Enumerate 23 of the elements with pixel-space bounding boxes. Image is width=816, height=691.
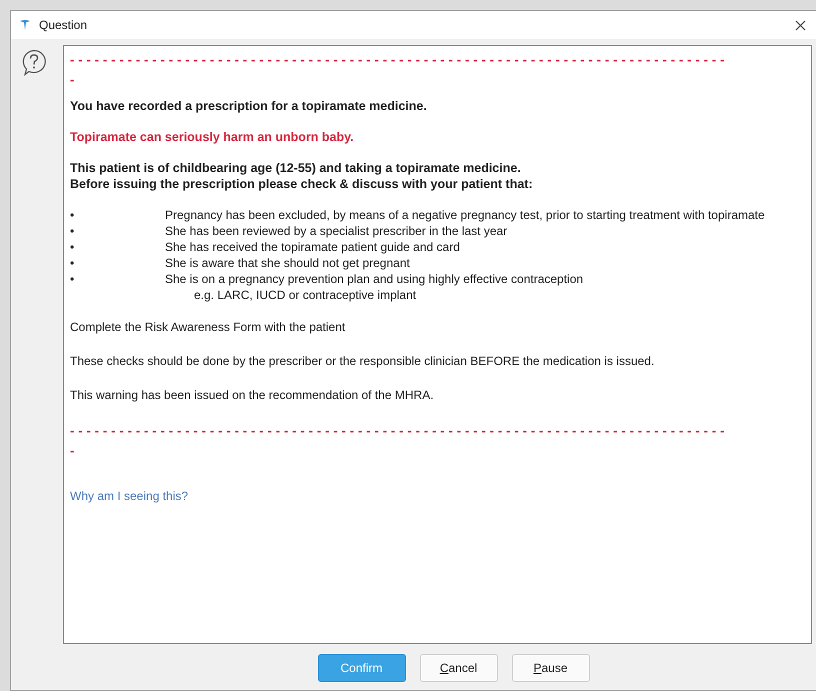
checklist-item: • She has been reviewed by a specialist prescriber in the last year — [70, 223, 508, 239]
window-title: Question — [39, 18, 88, 32]
message-text: This warning has been issued on the recommendation of the MHRA. — [70, 387, 434, 403]
dialog-button[interactable]: Cancel — [420, 654, 498, 682]
warning-text: Topiramate can seriously harm an unborn baby. — [70, 129, 354, 145]
close-icon — [795, 20, 806, 30]
dialog-button[interactable]: Pause — [512, 654, 590, 682]
message-text: Complete the Risk Awareness Form with the patient — [70, 319, 346, 335]
dashed-divider-text: -------------------------------------------------------------------------------- — [70, 51, 730, 69]
divider-tail-text: - — [70, 442, 74, 460]
app-logo-icon — [19, 19, 31, 31]
message-text: These checks should be done by the prescriber or the responsible clinician BEFORE the medication is issued. — [70, 353, 654, 369]
message-text: You have recorded a prescription for a topiramate medicine. — [70, 98, 427, 114]
dashed-divider-text: -------------------------------------------------------------------------------- — [70, 422, 730, 440]
checklist-note: e.g. LARC, IUCD or contraceptive implant — [193, 287, 418, 303]
checklist-item: • She has received the topiramate patient guide and card — [70, 239, 461, 255]
checklist-item: • She is aware that she should not get pregnant — [70, 255, 411, 271]
question-icon — [21, 49, 47, 76]
checklist-item: • Pregnancy has been excluded, by means of a negative pregnancy test, prior to starting treatment with topiramate — [70, 207, 766, 223]
message-text: This patient is of childbearing age (12-55) and taking a topiramate medicine. Before issuing the prescription please check & discuss with your patient that: — [70, 160, 533, 192]
why-link[interactable]: Why am I seeing this? — [70, 489, 188, 503]
checklist-item: • She is on a pregnancy prevention plan and using highly effective contraception — [70, 271, 584, 287]
divider-tail-text: - — [70, 71, 74, 89]
